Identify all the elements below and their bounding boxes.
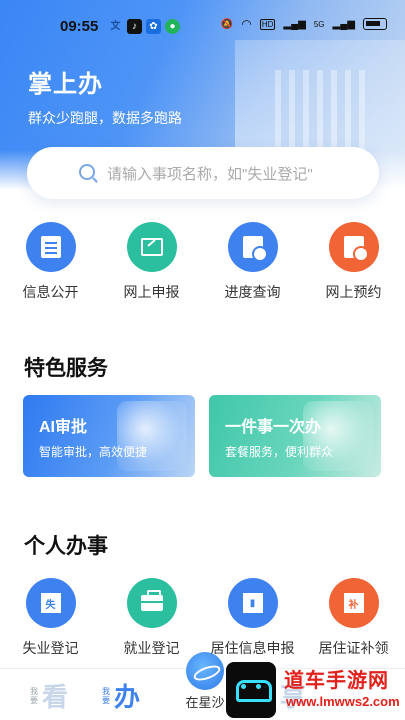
green-app-icon: ●	[165, 19, 180, 34]
document-list-icon	[25, 222, 76, 272]
watermark: 道车手游网 www.lmwws2.com	[226, 662, 405, 720]
briefcase-icon	[126, 578, 177, 628]
section-title-featured: 特色服务	[24, 357, 108, 380]
card-ai-approval[interactable]: AI审批 智能审批，高效便捷	[23, 395, 195, 477]
section-title-personal: 个人办事	[24, 535, 108, 558]
hd-label: HD	[259, 18, 276, 30]
xingsha-logo-icon	[186, 652, 224, 690]
signal-icon: ▂▄▆	[283, 18, 306, 30]
house-shi-icon: 失	[25, 578, 76, 628]
search-icon	[79, 164, 95, 180]
quick-action-online-booking[interactable]: 网上预约	[303, 222, 404, 302]
quick-action-info-public[interactable]: 信息公开	[0, 222, 101, 302]
tiktok-icon: ♪	[127, 19, 142, 34]
watermark-title: 道车手游网	[284, 670, 389, 692]
personal-item-residence-report[interactable]: ▮ 居住信息申报	[202, 578, 303, 658]
status-time: 09:55	[60, 18, 99, 35]
network-label: 5G	[313, 19, 325, 29]
personal-item-employment[interactable]: 就业登记	[101, 578, 202, 658]
monitor-edit-icon	[126, 222, 177, 272]
battery-icon	[363, 18, 387, 30]
quick-action-progress-query[interactable]: 进度查询	[202, 222, 303, 302]
quick-action-online-apply[interactable]: 网上申报	[101, 222, 202, 302]
paw-icon: ✿	[146, 19, 161, 34]
house-resident-icon: ▮	[227, 578, 278, 628]
tab-do[interactable]: 我要 办	[102, 675, 152, 717]
app-subtitle: 群众少跑腿，数据多跑路	[28, 110, 182, 126]
mute-icon: 🔕	[220, 18, 234, 30]
tab-look[interactable]: 我要 看	[30, 675, 80, 717]
calendar-clock-icon	[328, 222, 379, 272]
personal-item-unemployment[interactable]: 失 失业登记	[0, 578, 101, 658]
signal-icon: ▂▄▆	[332, 18, 355, 30]
card-one-stop[interactable]: 一件事一次办 套餐服务，便利群众	[209, 395, 381, 477]
personal-item-permit-reissue[interactable]: 补 居住证补领	[303, 578, 404, 658]
tab-xingsha[interactable]: 在星沙	[180, 652, 230, 711]
translate-icon: 文	[110, 21, 121, 32]
status-bar: 09:55 文 ♪ ✿ ● 🔕 ◠ HD ▂▄▆ 5G ▂▄▆	[0, 0, 405, 56]
app-title: 掌上办	[28, 71, 103, 98]
watermark-url: www.lmwws2.com	[286, 694, 400, 709]
car-logo-icon	[226, 662, 276, 718]
document-clock-icon	[227, 222, 278, 272]
wifi-icon: ◠	[241, 17, 252, 31]
robot-illustration	[117, 401, 187, 471]
search-placeholder: 请输入事项名称，如"失业登记"	[107, 166, 313, 183]
house-bu-icon: 补	[328, 578, 379, 628]
search-bar[interactable]: 请输入事项名称，如"失业登记"	[27, 147, 379, 199]
